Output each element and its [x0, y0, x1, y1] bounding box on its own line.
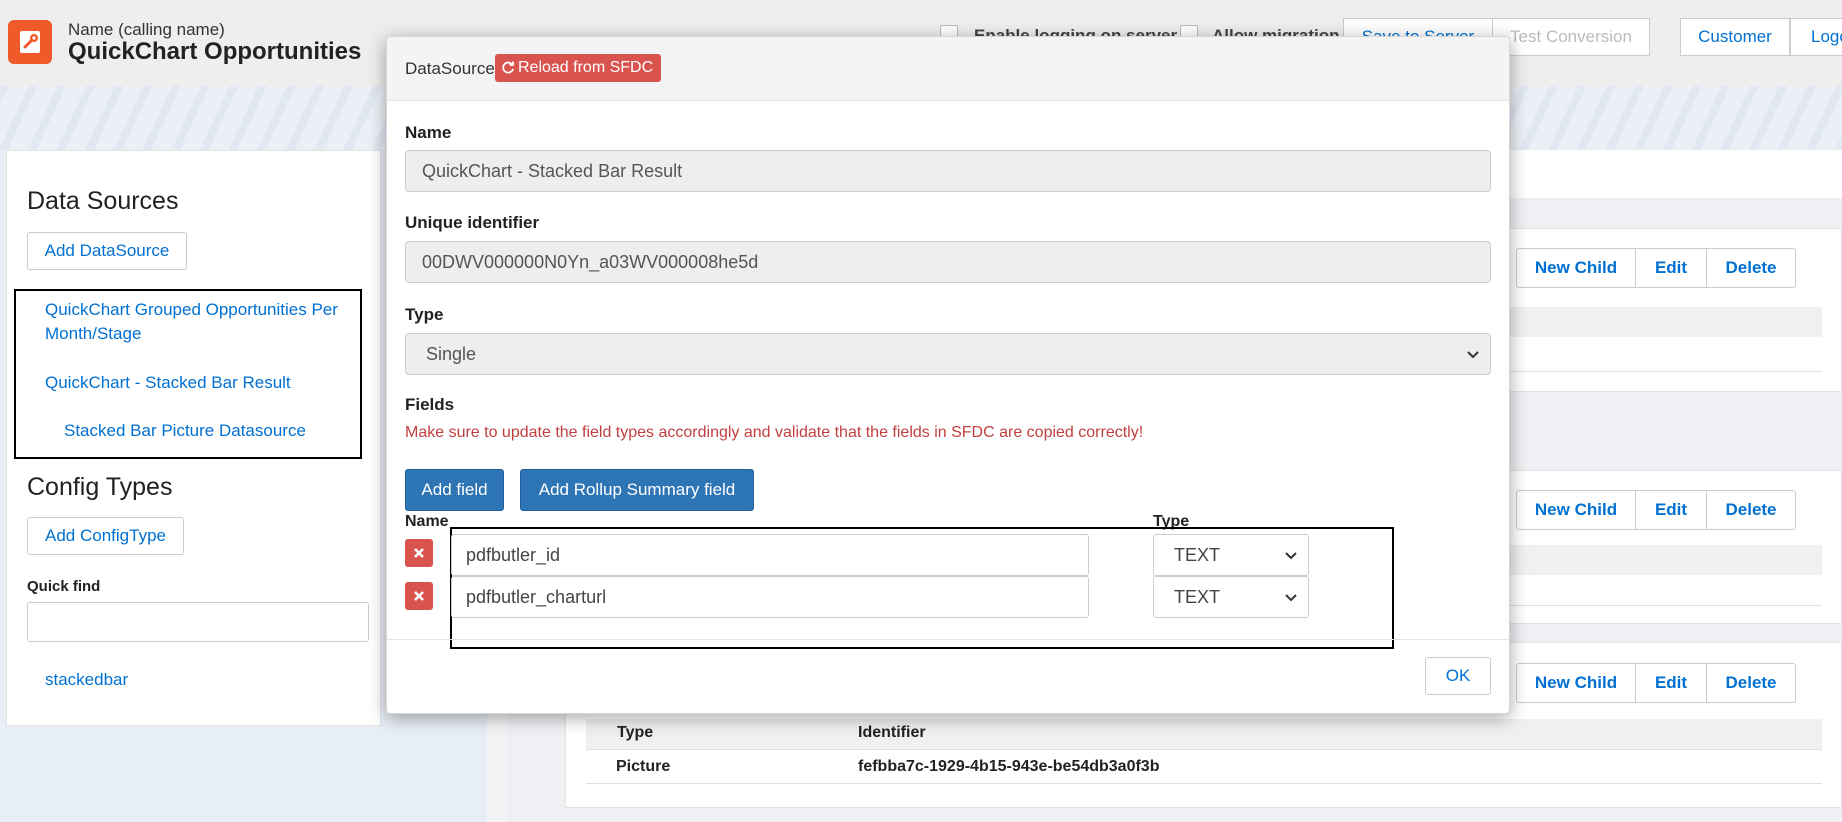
datasource-modal: DataSource Reload from SFDC Name QuickCh…	[386, 36, 1510, 714]
field-type-select[interactable]: TEXT	[1153, 576, 1309, 618]
add-field-button[interactable]: Add field	[405, 469, 504, 511]
remove-field-button[interactable]	[405, 539, 433, 567]
edit-button[interactable]: Edit	[1635, 248, 1707, 288]
customer-button[interactable]: Customer	[1680, 18, 1790, 56]
logout-button[interactable]: Logout	[1790, 18, 1842, 56]
datasource-item[interactable]: QuickChart Grouped Opportunities Per Mon…	[45, 298, 345, 346]
app-logo-icon	[8, 20, 52, 64]
add-configtype-button[interactable]: Add ConfigType	[27, 517, 184, 555]
datasource-item[interactable]: QuickChart - Stacked Bar Result	[45, 371, 291, 395]
type-select[interactable]: Single	[405, 333, 1491, 375]
chevron-down-icon	[1467, 351, 1479, 359]
edit-button[interactable]: Edit	[1635, 663, 1707, 703]
field-type-value: TEXT	[1174, 545, 1221, 565]
fields-column-name: Name	[405, 513, 449, 530]
new-child-button[interactable]: New Child	[1516, 490, 1636, 530]
fields-label: Fields	[405, 395, 455, 414]
table-cell-type: Picture	[616, 758, 671, 775]
chevron-down-icon	[1285, 594, 1297, 602]
field-name-input[interactable]: pdfbutler_id	[451, 534, 1089, 576]
uid-field[interactable]: 00DWV000000N0Yn_a03WV000008he5d	[405, 241, 1491, 283]
table-cell-identifier: fefbba7c-1929-4b15-943e-be54db3a0f3b	[858, 758, 1160, 775]
close-icon	[414, 591, 424, 601]
new-child-button[interactable]: New Child	[1516, 663, 1636, 703]
app-title: QuickChart Opportunities	[68, 38, 362, 65]
datasources-heading: Data Sources	[27, 187, 179, 215]
quickfind-label: Quick find	[27, 578, 101, 595]
app-subtitle: Name (calling name)	[68, 20, 225, 39]
divider	[586, 783, 1822, 784]
delete-button[interactable]: Delete	[1706, 248, 1796, 288]
add-rollup-summary-button[interactable]: Add Rollup Summary field	[520, 469, 754, 511]
remove-field-button[interactable]	[405, 582, 433, 610]
ok-button[interactable]: OK	[1425, 657, 1491, 695]
field-type-select[interactable]: TEXT	[1153, 534, 1309, 576]
close-icon	[414, 548, 424, 558]
configtypes-heading: Config Types	[27, 473, 173, 501]
delete-button[interactable]: Delete	[1706, 490, 1796, 530]
reload-label: Reload from SFDC	[518, 59, 654, 76]
field-type-value: TEXT	[1174, 587, 1221, 607]
divider	[586, 749, 1822, 750]
type-select-value: Single	[426, 344, 477, 364]
modal-title: DataSource	[405, 59, 495, 78]
fields-warning: Make sure to update the field types acco…	[405, 424, 1144, 441]
chevron-down-icon	[1285, 552, 1297, 560]
column-header-type: Type	[617, 724, 654, 741]
field-name-input[interactable]: pdfbutler_charturl	[451, 576, 1089, 618]
uid-label: Unique identifier	[405, 213, 540, 232]
datasource-child-item[interactable]: Stacked Bar Picture Datasource	[64, 419, 306, 443]
add-datasource-button[interactable]: Add DataSource	[27, 232, 187, 270]
name-field[interactable]: QuickChart - Stacked Bar Result	[405, 150, 1491, 192]
modal-footer-divider	[387, 639, 1509, 640]
card-actions: New Child Edit Delete	[1516, 663, 1796, 703]
card-actions: New Child Edit Delete	[1516, 248, 1796, 288]
table-header	[586, 719, 1822, 749]
type-label: Type	[405, 305, 444, 324]
quickfind-input[interactable]	[27, 602, 369, 642]
quickfind-result[interactable]: stackedbar	[45, 668, 128, 692]
new-child-button[interactable]: New Child	[1516, 248, 1636, 288]
name-label: Name	[405, 123, 452, 142]
delete-button[interactable]: Delete	[1706, 663, 1796, 703]
column-header-identifier: Identifier	[858, 724, 926, 741]
refresh-icon	[502, 61, 514, 74]
reload-from-sfdc-button[interactable]: Reload from SFDC	[495, 54, 662, 82]
modal-header: DataSource Reload from SFDC	[387, 37, 1509, 101]
test-conversion-button[interactable]: Test Conversion	[1492, 18, 1650, 56]
edit-button[interactable]: Edit	[1635, 490, 1707, 530]
card-actions: New Child Edit Delete	[1516, 490, 1796, 530]
